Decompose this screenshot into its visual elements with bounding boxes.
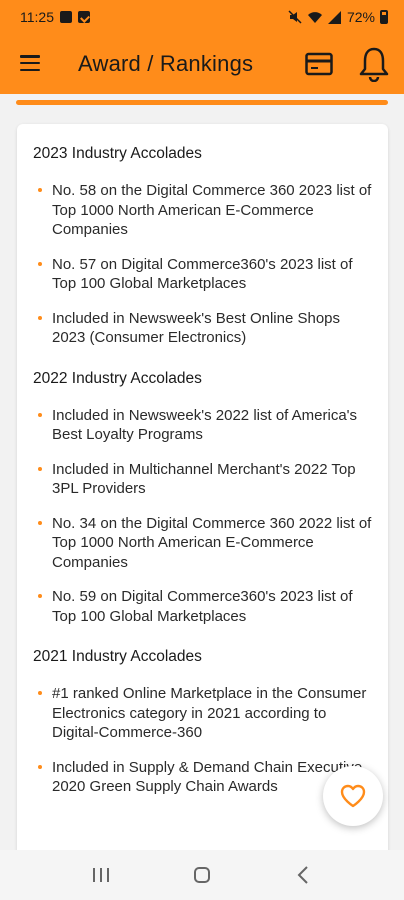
card-icon — [305, 52, 333, 76]
accolade-text: Included in Multichannel Merchant's 2022… — [52, 460, 356, 498]
back-icon — [297, 866, 309, 884]
card-button[interactable] — [305, 52, 333, 76]
bullet-icon — [38, 188, 42, 192]
recent-apps-icon — [92, 868, 109, 882]
bullet-icon — [38, 412, 42, 417]
accolade-item: No. 59 on Digital Commerce360's 2023 lis… — [33, 587, 372, 626]
accolades-section: 2022 Industry Accolades Included in Newsw… — [17, 370, 388, 627]
accolade-list: Included in Newsweek's 2022 list of Amer… — [33, 406, 372, 627]
menu-icon-line — [20, 68, 40, 71]
accolade-item: Included in Supply & Demand Chain Execut… — [33, 758, 372, 797]
accolade-text: No. 57 on Digital Commerce360's 2023 lis… — [52, 255, 353, 293]
accolade-list: No. 58 on the Digital Commerce 360 2023 … — [33, 181, 372, 348]
bullet-icon — [38, 594, 42, 598]
back-button[interactable] — [283, 860, 323, 890]
accolade-text: Included in Newsweek's 2022 list of Amer… — [52, 406, 358, 444]
bell-icon — [359, 47, 389, 83]
menu-icon-line — [20, 55, 40, 58]
section-title: 2021 Industry Accolades — [33, 648, 202, 665]
accolades-card: 2023 Industry Accolades No. 58 on the Dig… — [17, 124, 388, 864]
wifi-icon — [307, 11, 322, 23]
bullet-icon — [38, 315, 42, 320]
check-notification-icon — [78, 11, 90, 23]
signal-icon — [327, 10, 341, 24]
battery-icon — [380, 10, 388, 24]
status-time: 11:25 — [20, 9, 54, 25]
status-bar: 11:25 72% — [0, 0, 404, 34]
battery-percentage: 72% — [346, 9, 375, 25]
page-title: Award / Rankings — [78, 51, 254, 76]
system-nav-bar — [0, 850, 404, 900]
section-title: 2022 Industry Accolades — [33, 369, 202, 387]
bullet-icon — [38, 764, 42, 769]
app-bar: Award / Rankings — [0, 34, 404, 94]
gallery-notification-icon — [60, 11, 72, 23]
accolade-text: Included in Supply & Demand Chain Execut… — [52, 758, 363, 796]
accolade-item: No. 58 on the Digital Commerce 360 2023 … — [33, 181, 372, 240]
accolade-text: #1 ranked Online Marketplace in the Cons… — [52, 685, 367, 741]
section-title: 2023 Industry Accolades — [33, 145, 202, 162]
menu-button[interactable] — [20, 55, 40, 71]
bullet-icon — [38, 466, 42, 471]
accolade-text: Included in Newsweek's Best Online Shops… — [52, 309, 341, 347]
accolade-text: No. 58 on the Digital Commerce 360 2023 … — [52, 182, 372, 238]
bullet-icon — [38, 520, 42, 525]
notifications-button[interactable] — [358, 46, 390, 83]
accolade-text: No. 34 on the Digital Commerce 360 2022 … — [52, 514, 372, 571]
accolade-item: No. 57 on Digital Commerce360's 2023 lis… — [33, 255, 372, 294]
heart-icon — [340, 784, 366, 808]
accolade-item: Included in Newsweek's 2022 list of Amer… — [33, 406, 372, 445]
accolade-list: #1 ranked Online Marketplace in the Cons… — [33, 684, 372, 797]
accent-divider — [16, 100, 388, 105]
home-button[interactable] — [182, 860, 222, 890]
accolade-item: Included in Newsweek's Best Online Shops… — [33, 309, 372, 348]
mute-icon — [288, 10, 302, 24]
accolades-section: 2023 Industry Accolades No. 58 on the Dig… — [17, 145, 388, 348]
bullet-icon — [38, 261, 42, 266]
accolade-item: #1 ranked Online Marketplace in the Cons… — [33, 684, 372, 743]
accolade-text: No. 59 on Digital Commerce360's 2023 lis… — [52, 588, 353, 625]
accolade-item: Included in Multichannel Merchant's 2022… — [33, 460, 372, 499]
accolade-item: No. 34 on the Digital Commerce 360 2022 … — [33, 514, 372, 573]
favorite-button[interactable] — [323, 766, 383, 826]
home-icon — [193, 867, 210, 883]
menu-icon-line — [20, 61, 40, 65]
bullet-icon — [38, 691, 42, 695]
recent-apps-button[interactable] — [81, 860, 121, 890]
